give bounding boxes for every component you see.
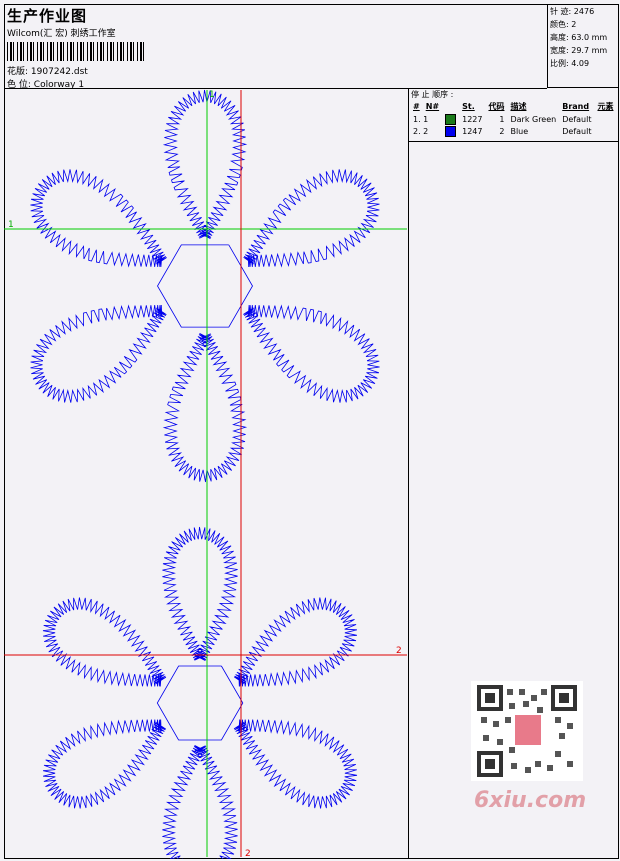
- petal-stitch: [233, 597, 357, 687]
- stat-stitches: 针 迹: 2476: [550, 7, 595, 16]
- page-title: 生产作业图: [7, 7, 88, 25]
- petal-stitch: [30, 304, 167, 403]
- stop-sequence-panel: 停 止 顺序 : # N# St. 代码 描述 Brand 元素 1. 1 12…: [409, 88, 619, 142]
- row-number: 2. 2: [413, 126, 429, 136]
- petal-stitch: [162, 89, 248, 239]
- petal-stitch: [233, 719, 358, 809]
- row-description: Dark Green: [510, 114, 557, 124]
- row-code: 2: [499, 126, 505, 136]
- col-description: 描述: [510, 102, 527, 111]
- swatch-icon: [445, 113, 457, 125]
- petal-stitch: [30, 169, 167, 268]
- petal-stitch: [243, 304, 380, 403]
- row-stitches: 1227: [462, 114, 483, 124]
- stop-sequence-table: # N# St. 代码 描述 Brand 元素 1. 1 1227 1 Dark…: [410, 100, 616, 137]
- embroidery-preview: 1 1 2 2: [4, 89, 407, 859]
- watermark-logo: 6xiu.com: [474, 788, 587, 813]
- row-description: Blue: [510, 126, 529, 136]
- swatch-icon: [445, 125, 457, 137]
- design-value: 1907242.dst: [30, 67, 88, 77]
- stat-scale: 比例: 4.09: [550, 59, 590, 68]
- col-hash: #: [413, 102, 420, 111]
- marker-2-right: 2: [396, 646, 402, 656]
- table-row[interactable]: 2. 2 1247 2 Blue Default: [410, 125, 616, 137]
- row-brand: Default: [562, 126, 592, 136]
- col-element: 元素: [597, 102, 614, 111]
- stat-width: 宽度: 29.7 mm: [550, 46, 608, 55]
- table-header-row: # N# St. 代码 描述 Brand 元素: [410, 100, 616, 113]
- company-name: Wilcom(汇 宏) 刺绣工作室: [7, 29, 116, 39]
- petal-stitch: [43, 719, 167, 809]
- center-stitch: [156, 665, 244, 741]
- marker-1-top: 1: [209, 90, 215, 100]
- design-label: 花版:: [7, 67, 29, 77]
- header: 生产作业图 Wilcom(汇 宏) 刺绣工作室 花版: 1907242.dst …: [4, 4, 547, 90]
- petal-stitch: [243, 169, 380, 268]
- row-number: 1. 1: [413, 114, 429, 124]
- marker-1-left: 1: [8, 220, 14, 230]
- petal-stitch: [162, 333, 248, 483]
- design-canvas: 1 1 2 2: [4, 88, 409, 859]
- stop-sequence-title: 停 止 顺序 :: [411, 90, 454, 99]
- qr-code-icon: [471, 681, 583, 781]
- col-number: N#: [425, 102, 440, 111]
- row-stitches: 1247: [462, 126, 483, 136]
- stat-height: 高度: 63.0 mm: [550, 33, 608, 42]
- color-swatch: [442, 125, 459, 137]
- col-brand: Brand: [562, 102, 590, 111]
- stat-colors: 颜色: 2: [550, 20, 577, 29]
- row-brand: Default: [562, 114, 592, 124]
- color-swatch: [442, 113, 459, 125]
- petal-stitch: [42, 597, 167, 687]
- design-file: 花版: 1907242.dst: [7, 64, 88, 77]
- center-stitch: [157, 244, 253, 328]
- petal-stitch: [162, 744, 238, 859]
- marker-2-bottom: 2: [245, 849, 251, 859]
- row-code: 1: [499, 114, 505, 124]
- col-code: 代码: [488, 102, 505, 111]
- col-swatch: [442, 100, 459, 113]
- row-element: [594, 125, 616, 137]
- table-row[interactable]: 1. 1 1227 1 Dark Green Default: [410, 113, 616, 125]
- barcode: [7, 42, 147, 61]
- petal-stitch: [162, 526, 238, 662]
- col-stitches: St.: [462, 102, 475, 111]
- row-element: [594, 113, 616, 125]
- stats-panel: 针 迹: 2476 颜色: 2 高度: 63.0 mm 宽度: 29.7 mm …: [547, 4, 619, 88]
